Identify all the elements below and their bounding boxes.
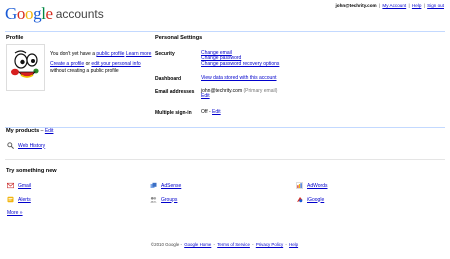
- public-profile-notice: You don't yet have a public profile Lear…: [50, 51, 152, 57]
- help-link[interactable]: Help: [412, 3, 421, 8]
- my-account-link[interactable]: My Account: [382, 3, 406, 8]
- try-new-divider: [5, 159, 445, 160]
- magnifier-icon: [7, 142, 14, 149]
- gmail-link[interactable]: Gmail: [18, 183, 31, 189]
- learn-more-link[interactable]: Learn more: [126, 51, 152, 57]
- copyright-text: ©2010 Google: [150, 242, 180, 247]
- personal-settings-heading: Personal Settings: [155, 35, 203, 41]
- multiple-signin-status: Off: [201, 109, 208, 115]
- account-bar: john@techrity.com | My Account | Help | …: [335, 3, 444, 8]
- groups-icon: [150, 196, 157, 203]
- primary-email-tag: (Primary email): [243, 88, 278, 94]
- security-links: Change email Change password Change pass…: [201, 50, 279, 67]
- multiple-signin-value: Off - Edit: [201, 109, 221, 115]
- adwords-icon: [296, 182, 303, 189]
- adsense-link[interactable]: AdSense: [161, 183, 181, 189]
- change-recovery-link[interactable]: Change password recovery options: [201, 61, 279, 67]
- gmail-icon: [7, 182, 15, 189]
- terms-link[interactable]: Terms of Service: [217, 242, 250, 247]
- product-alerts[interactable]: Alerts: [7, 196, 31, 203]
- products-divider: [5, 127, 445, 128]
- adwords-link[interactable]: AdWords: [307, 183, 327, 189]
- dashboard-value: View data stored with this account: [201, 75, 277, 81]
- footer: ©2010 Google - Google Home - Terms of Se…: [150, 242, 299, 247]
- view-data-link[interactable]: View data stored with this account: [201, 75, 277, 81]
- privacy-link[interactable]: Privacy Policy: [256, 242, 283, 247]
- my-products-edit-link[interactable]: Edit: [45, 128, 54, 134]
- create-profile-notice: Create a profile or edit your personal i…: [50, 61, 152, 74]
- groups-link[interactable]: Groups: [161, 197, 177, 203]
- google-logo: Google: [5, 4, 53, 23]
- dashboard-label: Dashboard: [155, 76, 182, 82]
- product-web-history[interactable]: Web History: [7, 142, 45, 149]
- profile-info: You don't yet have a public profile Lear…: [50, 51, 152, 78]
- security-label: Security: [155, 51, 175, 57]
- google-accounts-logo[interactable]: Google accounts: [5, 4, 104, 24]
- product-adwords[interactable]: AdWords: [296, 182, 327, 189]
- multiple-signin-edit-link[interactable]: Edit: [212, 109, 221, 115]
- user-email: john@techrity.com: [335, 3, 377, 8]
- separator: –: [40, 128, 44, 134]
- my-products-heading: My products: [6, 128, 40, 134]
- multiple-signin-label: Multiple sign-in: [155, 110, 192, 116]
- product-groups[interactable]: Groups: [150, 196, 177, 203]
- more-products-link[interactable]: More »: [7, 210, 23, 216]
- alerts-icon: [7, 196, 14, 203]
- email-edit-link[interactable]: Edit: [201, 93, 210, 99]
- separator: |: [423, 3, 425, 8]
- header-divider: [5, 31, 445, 32]
- notice-text: You don't yet have a: [50, 51, 97, 57]
- product-adsense[interactable]: AdSense: [150, 182, 181, 189]
- adsense-icon: [150, 182, 157, 189]
- igoogle-icon: [296, 196, 303, 203]
- edit-personal-info-link[interactable]: edit your personal info: [91, 61, 140, 67]
- footer-help-link[interactable]: Help: [289, 242, 298, 247]
- avatar[interactable]: [6, 44, 45, 91]
- separator: -: [208, 109, 211, 115]
- email-addresses-value: john@techrity.com (Primary email) Edit: [201, 88, 278, 100]
- igoogle-link[interactable]: iGoogle: [307, 197, 324, 203]
- without-text: without creating a public profile: [50, 67, 119, 74]
- product-name: accounts: [55, 7, 104, 21]
- google-home-link[interactable]: Google Home: [184, 242, 211, 247]
- alerts-link[interactable]: Alerts: [18, 197, 31, 203]
- cartoon-face-icon: [11, 50, 39, 78]
- separator: |: [378, 3, 381, 8]
- profile-heading: Profile: [6, 35, 24, 41]
- my-products-header: My products – Edit: [6, 128, 53, 134]
- try-new-heading: Try something new: [6, 168, 57, 174]
- web-history-link[interactable]: Web History: [18, 143, 45, 149]
- separator: |: [408, 3, 410, 8]
- product-gmail[interactable]: Gmail: [7, 182, 31, 189]
- create-profile-link[interactable]: Create a profile: [50, 61, 84, 67]
- email-addresses-label: Email addresses: [155, 89, 195, 95]
- public-profile-link[interactable]: public profile: [96, 51, 124, 57]
- sign-out-link[interactable]: Sign out: [427, 3, 444, 8]
- product-igoogle[interactable]: iGoogle: [296, 196, 324, 203]
